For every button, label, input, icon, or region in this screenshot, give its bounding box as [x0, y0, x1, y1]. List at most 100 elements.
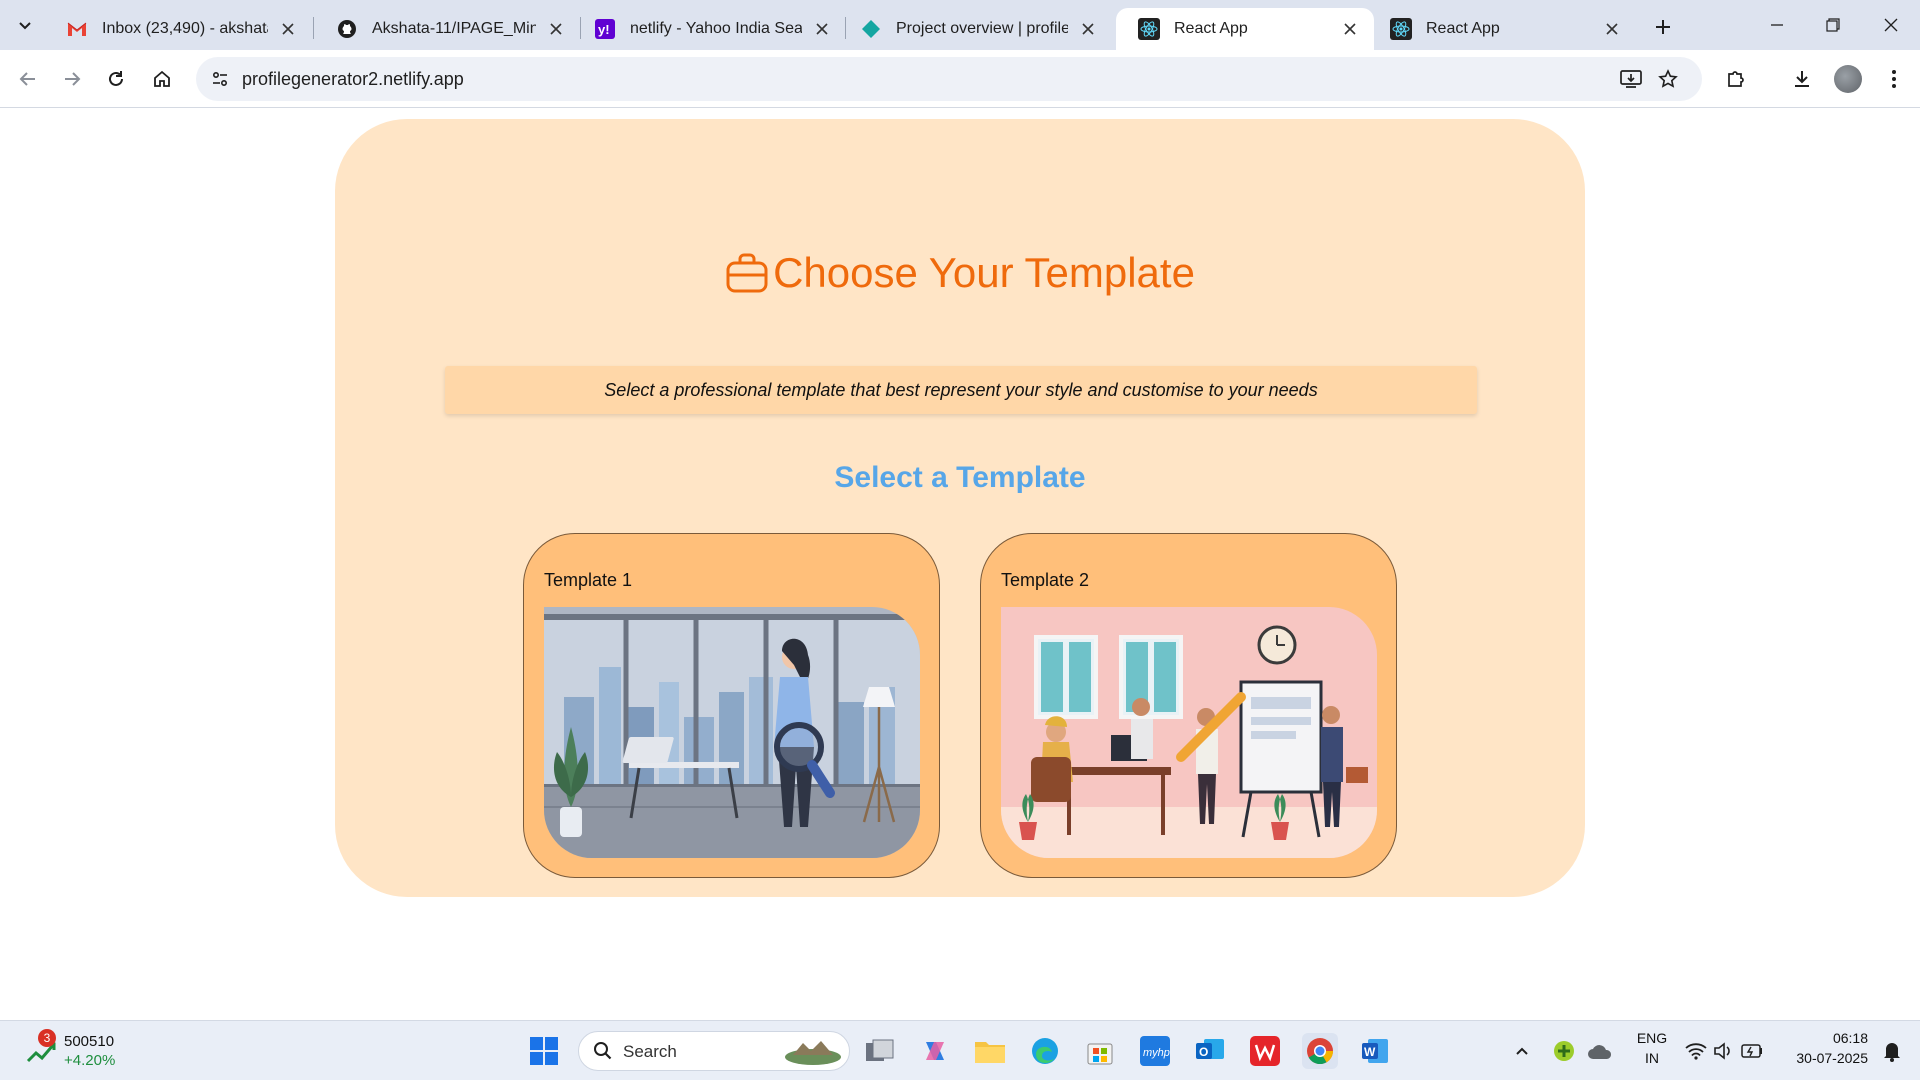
section-title: Select a Template: [834, 461, 1086, 494]
template-1-preview-image[interactable]: [544, 607, 920, 858]
stock-change: +4.20%: [64, 1052, 116, 1069]
extensions-button[interactable]: [1720, 63, 1752, 95]
react-icon: [1390, 18, 1412, 40]
wifi-button[interactable]: [1682, 1033, 1710, 1069]
stock-widget[interactable]: 3 500510 +4.20%: [26, 1029, 126, 1071]
clock-date[interactable]: 30-07-2025: [1780, 1050, 1868, 1066]
subtitle-banner: Select a professional template that best…: [445, 366, 1477, 414]
bell-icon: [1884, 1043, 1900, 1062]
chevron-down-icon: [19, 22, 31, 30]
close-icon[interactable]: [812, 19, 832, 39]
reload-icon: [109, 71, 123, 86]
svg-text:myhp: myhp: [1143, 1047, 1170, 1059]
template-2-preview-image[interactable]: [1001, 607, 1377, 858]
tab-title: netlify - Yahoo India Searc: [630, 20, 802, 37]
tray-app-button[interactable]: [1546, 1033, 1582, 1069]
page-heading: Choose Your Template: [335, 249, 1585, 297]
edge-button[interactable]: [1027, 1033, 1063, 1069]
forward-button[interactable]: [56, 63, 88, 95]
minimize-button[interactable]: [1754, 8, 1800, 42]
volume-button[interactable]: [1710, 1033, 1738, 1069]
menu-button[interactable]: [1878, 63, 1910, 95]
language-region: IN: [1645, 1050, 1659, 1066]
myhp-button[interactable]: myhp: [1137, 1033, 1173, 1069]
address-bar[interactable]: profilegenerator2.netlify.app: [196, 57, 1702, 101]
template-chooser-container: Choose Your Template Select a profession…: [335, 119, 1585, 897]
tab-title: React App: [1174, 20, 1248, 37]
outlook-new-button[interactable]: O: [1192, 1033, 1228, 1069]
new-tab-button[interactable]: [1648, 12, 1678, 42]
close-icon[interactable]: [1340, 19, 1360, 39]
notification-badge: 3: [38, 1029, 56, 1047]
chrome-button[interactable]: [1302, 1033, 1338, 1069]
install-app-button[interactable]: [1616, 64, 1646, 94]
wifi-icon: [1685, 1043, 1707, 1060]
tab-title: React App: [1426, 20, 1500, 37]
plus-icon: [1656, 20, 1670, 34]
download-icon: [1795, 71, 1809, 87]
svg-text:y!: y!: [598, 22, 610, 37]
show-hidden-icons-button[interactable]: [1504, 1033, 1540, 1069]
tab-strip: Inbox (23,490) - akshatasu Akshata-11/IP…: [0, 0, 1920, 50]
more-vert-icon: [1892, 70, 1896, 88]
svg-text:O: O: [1199, 1045, 1208, 1059]
template-card-2[interactable]: Template 2: [980, 533, 1397, 878]
language-indicator[interactable]: ENG: [1628, 1030, 1676, 1046]
home-button[interactable]: [146, 63, 178, 95]
tab-yahoo[interactable]: y! netlify - Yahoo India Searc: [572, 8, 846, 50]
close-icon[interactable]: [278, 19, 298, 39]
close-window-button[interactable]: [1868, 8, 1914, 42]
chevron-up-icon: [1516, 1047, 1528, 1055]
close-icon[interactable]: [1078, 19, 1098, 39]
briefcase-icon: [726, 253, 768, 293]
task-view-button[interactable]: [862, 1033, 898, 1069]
notifications-button[interactable]: [1874, 1033, 1910, 1069]
chrome-icon: [1307, 1038, 1334, 1065]
downloads-button[interactable]: [1786, 63, 1818, 95]
profile-avatar[interactable]: [1834, 65, 1862, 93]
reload-button[interactable]: [100, 63, 132, 95]
tab-react-app-active[interactable]: React App: [1116, 8, 1374, 50]
tab-search-button[interactable]: [8, 8, 42, 42]
svg-text:W: W: [1364, 1045, 1376, 1059]
file-explorer-button[interactable]: [972, 1033, 1008, 1069]
windows-taskbar: 3 500510 +4.20% Search myhp O W ENG IN 0…: [0, 1020, 1920, 1080]
url-text[interactable]: profilegenerator2.netlify.app: [242, 69, 464, 90]
tab-title: Akshata-11/IPAGE_MiniPro: [372, 20, 536, 37]
tab-gmail[interactable]: Inbox (23,490) - akshatasu: [44, 8, 312, 50]
github-icon: [336, 18, 358, 40]
start-button[interactable]: [526, 1033, 562, 1069]
cloud-icon: [1588, 1045, 1612, 1059]
search-placeholder: Search: [623, 1042, 677, 1061]
react-icon: [1138, 18, 1160, 40]
microsoft-store-button[interactable]: [1082, 1033, 1118, 1069]
wps-office-button[interactable]: [1247, 1033, 1283, 1069]
windows-logo-icon: [530, 1037, 558, 1065]
clock-time[interactable]: 06:18: [1780, 1030, 1868, 1046]
tab-react-app[interactable]: React App: [1368, 8, 1636, 50]
tab-netlify[interactable]: Project overview | profileg: [838, 8, 1112, 50]
close-icon[interactable]: [546, 19, 566, 39]
close-icon[interactable]: [1602, 19, 1622, 39]
site-info-button[interactable]: [204, 63, 236, 95]
taskbar-search-box[interactable]: Search: [578, 1031, 850, 1071]
word-icon: W: [1362, 1039, 1388, 1063]
wps-icon: [1250, 1036, 1280, 1066]
copilot-icon: [926, 1042, 944, 1060]
task-view-icon: [866, 1039, 894, 1061]
copilot-button[interactable]: [917, 1033, 953, 1069]
store-icon: [1087, 1043, 1113, 1065]
install-icon: [1620, 70, 1642, 88]
word-button[interactable]: W: [1357, 1033, 1393, 1069]
template-card-1[interactable]: Template 1: [523, 533, 940, 878]
folder-icon: [975, 1042, 1005, 1063]
restore-button[interactable]: [1810, 8, 1856, 42]
bookmark-button[interactable]: [1653, 64, 1683, 94]
battery-button[interactable]: [1738, 1033, 1766, 1069]
tab-github[interactable]: Akshata-11/IPAGE_MiniPro: [314, 8, 580, 50]
gmail-icon: [66, 18, 88, 40]
back-button[interactable]: [12, 63, 44, 95]
close-icon: [1884, 18, 1898, 32]
puzzle-icon: [1728, 71, 1744, 87]
onedrive-button[interactable]: [1582, 1033, 1618, 1069]
